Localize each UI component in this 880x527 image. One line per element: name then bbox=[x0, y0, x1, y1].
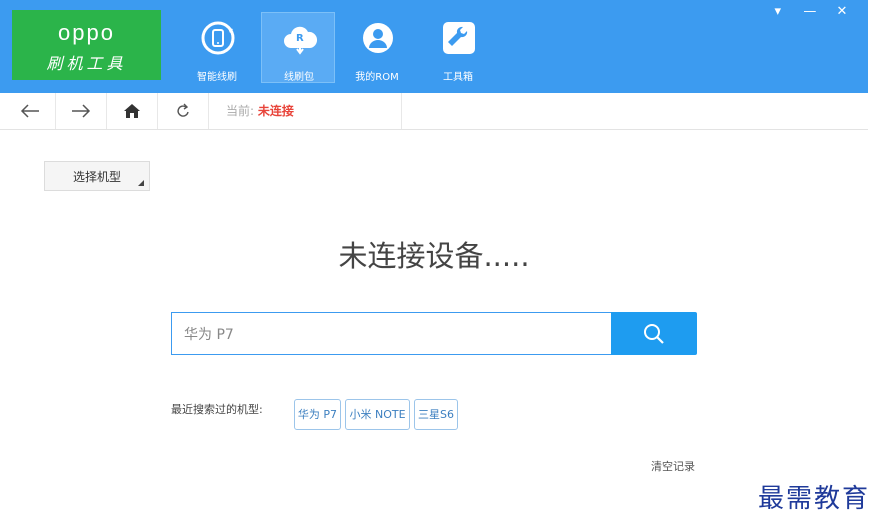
refresh-icon bbox=[177, 103, 189, 117]
arrow-right-icon bbox=[72, 104, 91, 118]
search-input[interactable] bbox=[172, 313, 611, 354]
refresh-button[interactable] bbox=[158, 93, 209, 129]
clear-history-link[interactable]: 清空记录 bbox=[651, 458, 695, 474]
top-header: oppo 刷机工具 智能线刷 R 线刷包 我的ROM 工具箱 ▾ — ✕ bbox=[0, 0, 868, 93]
navigation-toolbar: 当前: 未连接 bbox=[0, 93, 868, 130]
phone-refresh-icon bbox=[201, 21, 235, 55]
nav-item-flash-package[interactable]: R 线刷包 bbox=[261, 12, 335, 83]
forward-button[interactable] bbox=[56, 93, 107, 129]
main-message: 未连接设备..... bbox=[338, 239, 530, 273]
window-controls: ▾ — ✕ bbox=[764, 4, 856, 19]
corner-triangle-icon bbox=[138, 180, 144, 186]
nav-label: 智能线刷 bbox=[197, 72, 237, 83]
arrow-left-icon bbox=[20, 104, 39, 118]
status-label: 当前: bbox=[226, 104, 258, 118]
nav-item-smart-flash[interactable]: 智能线刷 bbox=[180, 13, 254, 83]
search-button[interactable] bbox=[611, 312, 697, 355]
connection-status: 当前: 未连接 bbox=[210, 93, 402, 129]
home-icon bbox=[124, 104, 140, 118]
nav-label: 线刷包 bbox=[284, 72, 314, 83]
brand-name: oppo bbox=[58, 20, 115, 45]
home-button[interactable] bbox=[107, 93, 158, 129]
recent-searches-label: 最近搜索过的机型: bbox=[171, 403, 263, 416]
wrench-icon bbox=[443, 22, 475, 54]
close-button[interactable]: ✕ bbox=[828, 4, 856, 19]
user-circle-icon bbox=[363, 23, 393, 53]
recent-chip[interactable]: 三星S6 bbox=[414, 399, 458, 430]
menu-dropdown-button[interactable]: ▾ bbox=[764, 4, 792, 19]
watermark-text: 最需教育 bbox=[758, 484, 871, 514]
app-logo: oppo 刷机工具 bbox=[12, 10, 161, 80]
nav-label: 我的ROM bbox=[355, 72, 399, 83]
select-model-label: 选择机型 bbox=[72, 170, 121, 184]
minimize-button[interactable]: — bbox=[796, 4, 824, 19]
cloud-download-icon: R bbox=[284, 26, 318, 55]
recent-chip[interactable]: 华为 P7 bbox=[294, 399, 341, 430]
search-box bbox=[171, 312, 612, 355]
nav-label: 工具箱 bbox=[443, 72, 473, 83]
app-subtitle: 刷机工具 bbox=[46, 54, 127, 73]
recent-chip[interactable]: 小米 NOTE bbox=[345, 399, 410, 430]
nav-item-toolbox[interactable]: 工具箱 bbox=[421, 13, 495, 83]
nav-item-my-rom[interactable]: 我的ROM bbox=[340, 13, 414, 83]
status-value: 未连接 bbox=[257, 104, 294, 118]
back-button[interactable] bbox=[5, 93, 56, 129]
select-model-button[interactable]: 选择机型 bbox=[44, 161, 150, 191]
search-icon bbox=[644, 323, 664, 344]
